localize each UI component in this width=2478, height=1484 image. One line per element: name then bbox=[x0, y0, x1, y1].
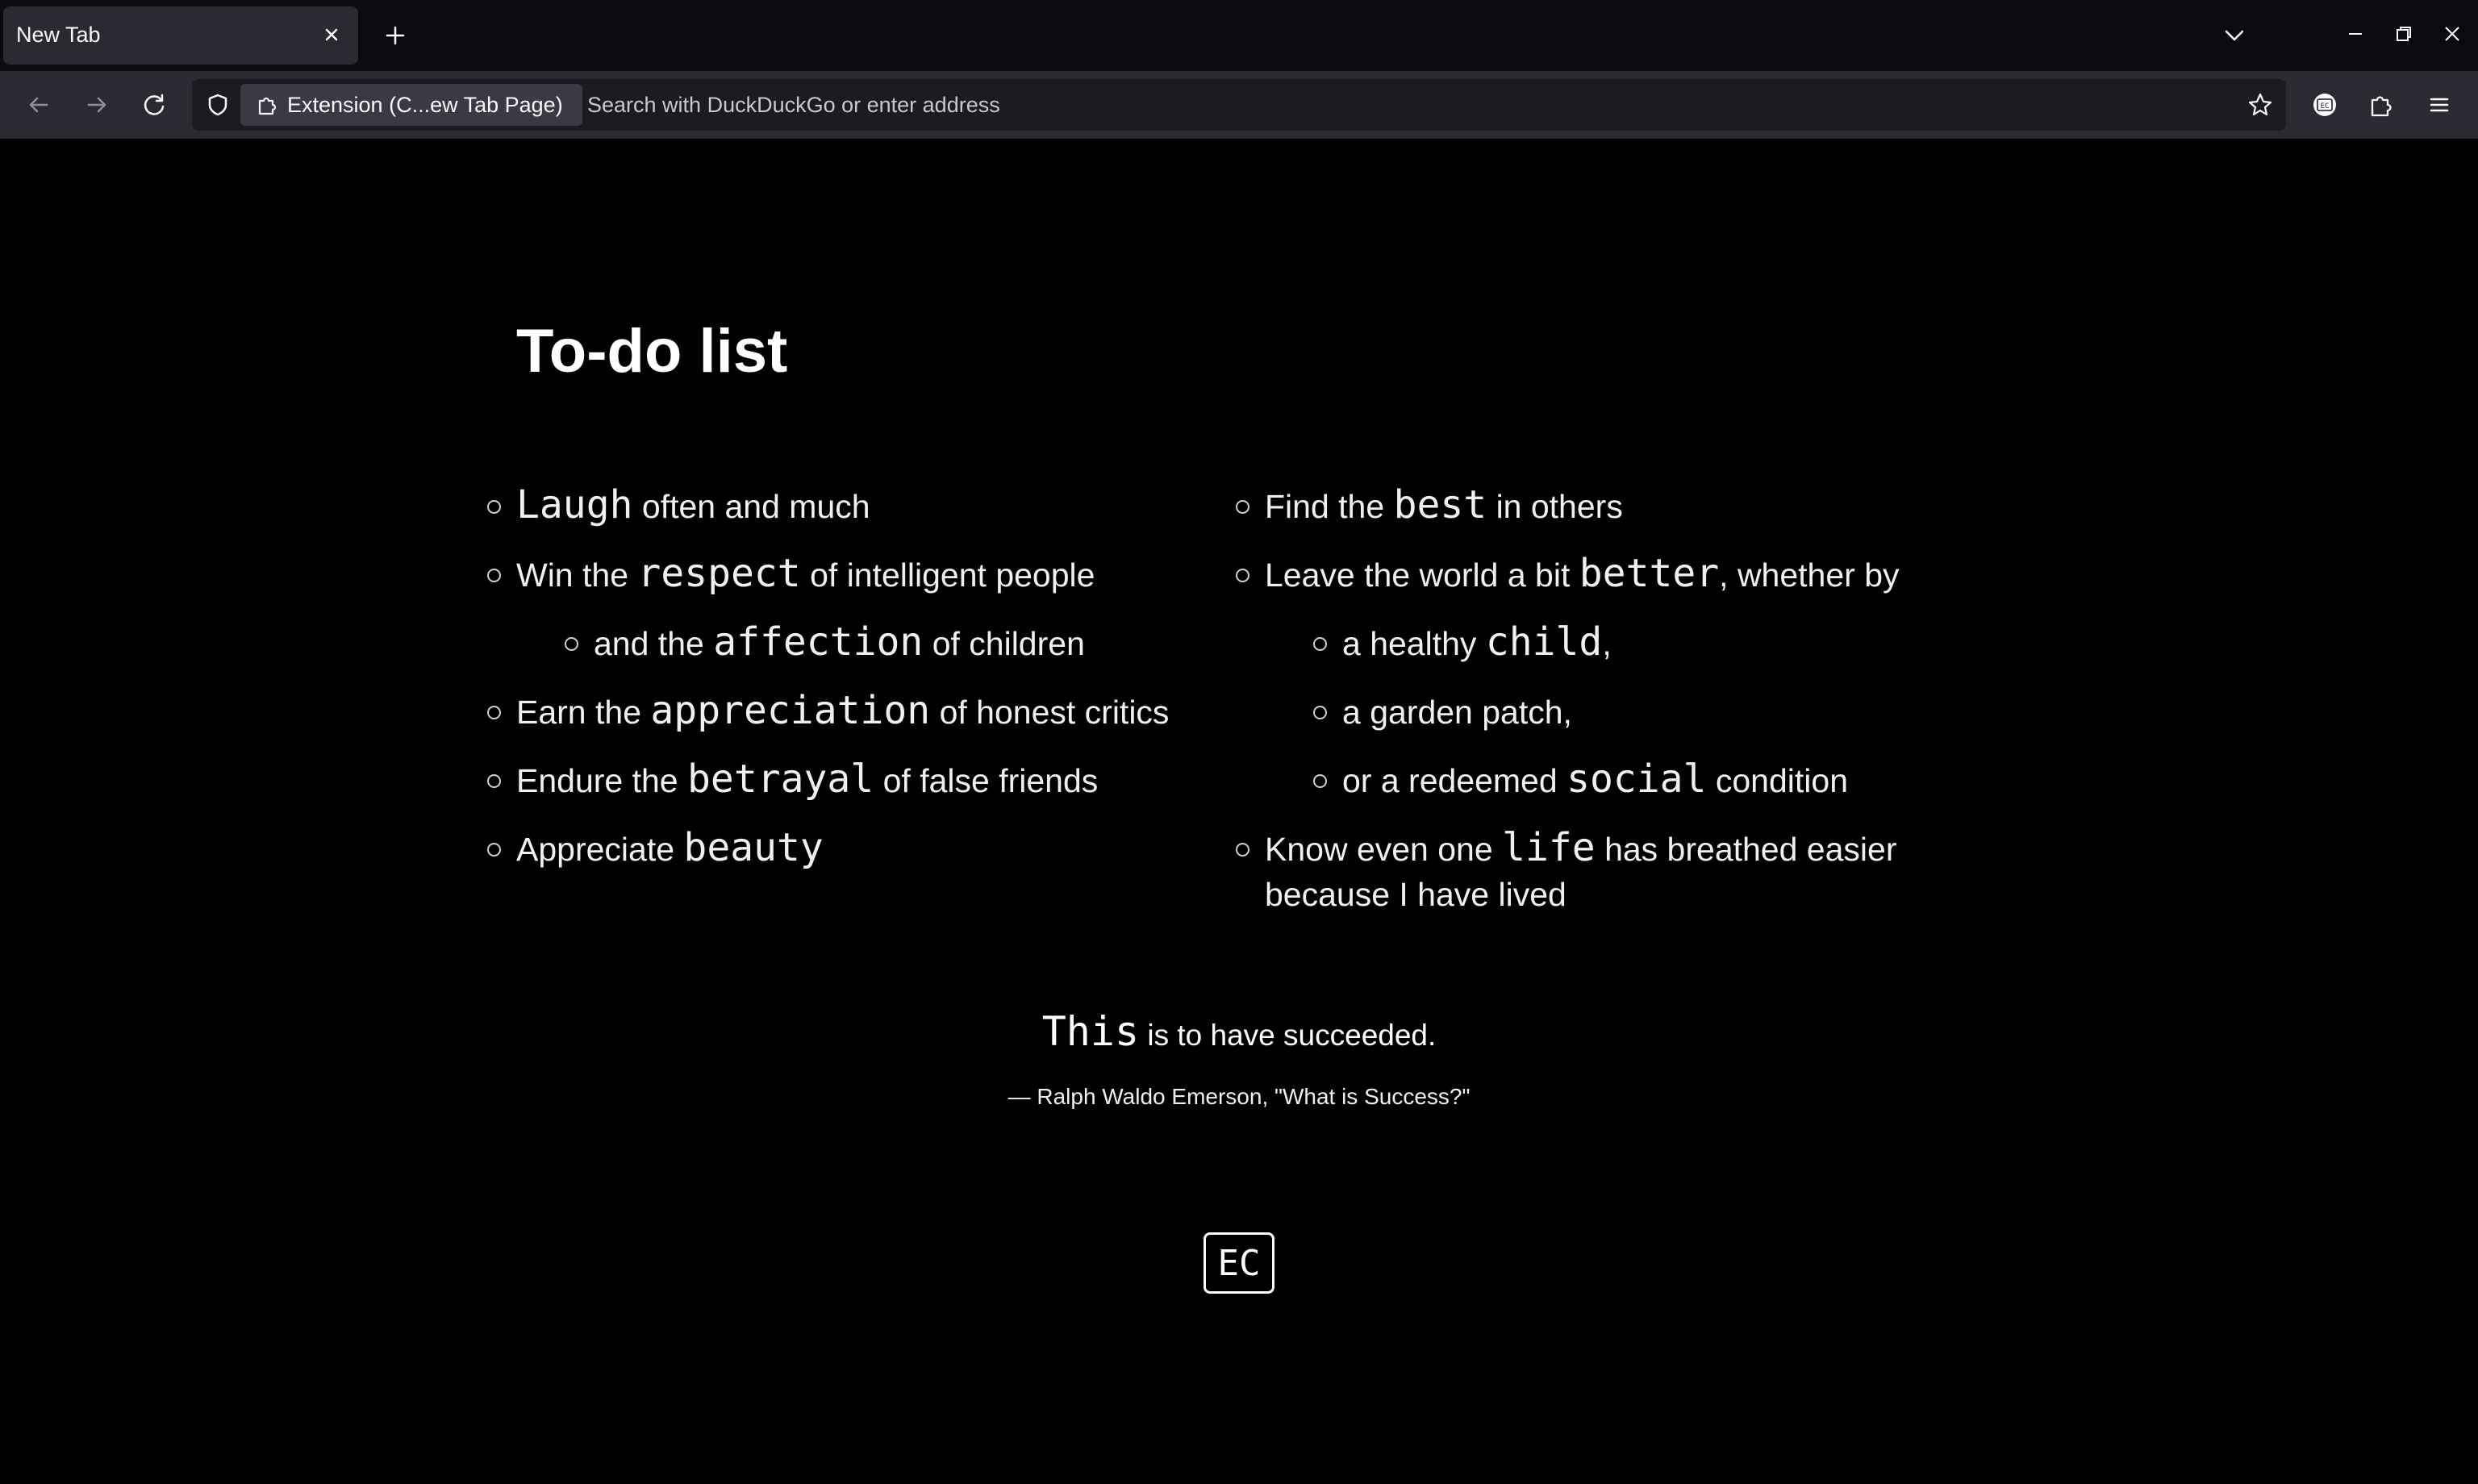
list-item-nested: a garden patch, bbox=[1313, 688, 1975, 735]
address-input[interactable] bbox=[587, 79, 2120, 131]
url-bar[interactable]: Extension (C...ew Tab Page) bbox=[192, 79, 2286, 131]
list-item: Leave the world a bit better, whether by bbox=[1236, 551, 1975, 598]
reload-icon[interactable] bbox=[139, 89, 171, 121]
list-item: Endure the betrayal of false friends bbox=[487, 757, 1226, 803]
new-tab-page: To-do list Laugh often and much Win the … bbox=[0, 139, 2478, 1484]
menu-icon[interactable] bbox=[2423, 89, 2455, 121]
logo: EC bbox=[1204, 1232, 1274, 1294]
chevron-down-icon[interactable] bbox=[2218, 19, 2251, 52]
extension-puzzle-icon bbox=[255, 93, 279, 117]
tab-new-tab[interactable]: New Tab bbox=[3, 6, 358, 65]
extension-badge-icon[interactable]: EC bbox=[2307, 87, 2342, 123]
list-item-nested: or a redeemed social condition bbox=[1313, 757, 1975, 803]
identity-box[interactable]: Extension (C...ew Tab Page) bbox=[240, 84, 582, 126]
extensions-icon[interactable] bbox=[2365, 89, 2397, 121]
back-arrow-icon[interactable] bbox=[23, 89, 55, 121]
list-item-nested: and the affection of children bbox=[565, 619, 1226, 666]
forward-arrow-icon[interactable] bbox=[81, 89, 113, 121]
closing-quote: This is to have succeeded. bbox=[1041, 1008, 1437, 1055]
todo-list-right: Find the best in others Leave the world … bbox=[1236, 482, 1975, 939]
restore-icon[interactable] bbox=[2388, 18, 2420, 50]
plus-icon[interactable] bbox=[379, 19, 411, 52]
navigation-toolbar: Extension (C...ew Tab Page) EC bbox=[0, 71, 2478, 140]
tab-title: New Tab bbox=[16, 23, 101, 47]
identity-label: Extension (C...ew Tab Page) bbox=[287, 92, 563, 117]
page-title: To-do list bbox=[516, 317, 788, 386]
svg-text:EC: EC bbox=[2321, 102, 2330, 110]
list-item: Laugh often and much bbox=[487, 482, 1226, 529]
star-icon[interactable] bbox=[2244, 89, 2276, 121]
list-item: Win the respect of intelligent people bbox=[487, 551, 1226, 598]
list-item: Know even one life has breathed easier b… bbox=[1236, 825, 1975, 917]
minimize-icon[interactable] bbox=[2339, 18, 2372, 50]
quote-attribution: — Ralph Waldo Emerson, "What is Success?… bbox=[1007, 1084, 1471, 1109]
list-item: Find the best in others bbox=[1236, 482, 1975, 529]
todo-list-left: Laugh often and much Win the respect of … bbox=[487, 482, 1226, 894]
tab-bar: New Tab bbox=[0, 0, 2478, 71]
shield-icon[interactable] bbox=[202, 89, 234, 121]
list-item-nested: a healthy child, bbox=[1313, 619, 1975, 666]
list-item: Appreciate beauty bbox=[487, 825, 1226, 872]
close-icon[interactable] bbox=[319, 23, 344, 47]
window-close-icon[interactable] bbox=[2436, 18, 2468, 50]
list-item: Earn the appreciation of honest critics bbox=[487, 688, 1226, 735]
